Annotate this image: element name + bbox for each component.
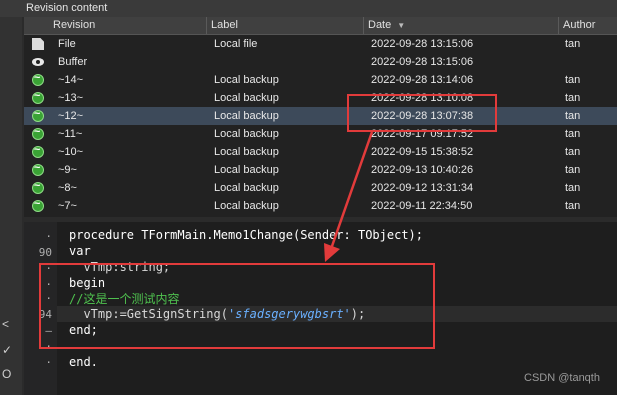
annotation-arrow — [324, 131, 374, 262]
watermark: CSDN @tanqth — [524, 372, 600, 384]
